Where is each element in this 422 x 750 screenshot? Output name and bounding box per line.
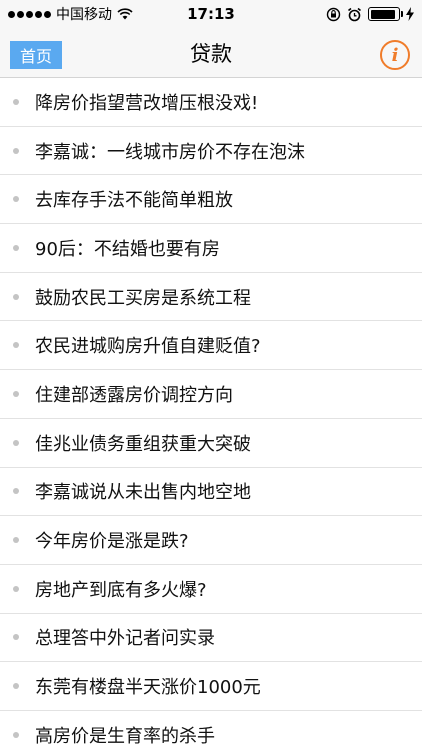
bullet-icon (13, 293, 19, 300)
news-title: 住建部透露房价调控方向 (35, 384, 233, 406)
carrier-name: 中国移动 (56, 7, 112, 23)
news-title: 高房价是生育率的杀手 (35, 725, 215, 747)
news-title: 去库存手法不能简单粗放 (35, 190, 233, 212)
signal-strength-icon (8, 10, 51, 18)
news-item[interactable]: 90后：不结婚也要有房 (0, 224, 422, 273)
news-list: 降房价指望营改增压根没戏! 李嘉诚：一线城市房价不存在泡沫 去库存手法不能简单粗… (0, 78, 422, 750)
navigation-bar: 首页 贷款 i (0, 28, 422, 78)
news-title: 90后：不结婚也要有房 (35, 238, 220, 260)
news-title: 房地产到底有多火爆? (35, 579, 207, 601)
bullet-icon (13, 683, 19, 690)
info-button[interactable]: i (380, 40, 410, 70)
battery-icon (368, 7, 403, 21)
status-right (326, 7, 414, 22)
news-title: 佳兆业债务重组获重大突破 (35, 433, 251, 455)
rotation-lock-icon (326, 7, 341, 21)
news-item[interactable]: 李嘉诚：一线城市房价不存在泡沫 (0, 127, 422, 176)
home-button[interactable]: 首页 (10, 41, 62, 69)
news-item[interactable]: 住建部透露房价调控方向 (0, 370, 422, 419)
news-item[interactable]: 降房价指望营改增压根没戏! (0, 78, 422, 127)
info-icon: i (391, 44, 399, 66)
charging-bolt-icon (406, 7, 414, 21)
news-item[interactable]: 农民进城购房升值自建贬值? (0, 321, 422, 371)
status-left: 中国移动 (8, 4, 133, 24)
news-title: 东莞有楼盘半天涨价1000元 (35, 677, 261, 699)
bullet-icon (13, 439, 19, 446)
news-item[interactable]: 高房价是生育率的杀手 (0, 711, 422, 750)
news-item[interactable]: 佳兆业债务重组获重大突破 (0, 419, 422, 468)
news-title: 今年房价是涨是跌? (35, 531, 189, 553)
news-item[interactable]: 去库存手法不能简单粗放 (0, 175, 422, 225)
news-item[interactable]: 东莞有楼盘半天涨价1000元 (0, 662, 422, 711)
news-title: 鼓励农民工买房是系统工程 (35, 287, 251, 309)
bullet-icon (13, 98, 19, 105)
news-title: 李嘉诚说从未出售内地空地 (35, 482, 251, 504)
news-item[interactable]: 今年房价是涨是跌? (0, 516, 422, 565)
alarm-clock-icon (348, 7, 361, 21)
news-item[interactable]: 李嘉诚说从未出售内地空地 (0, 468, 422, 517)
battery-fill (370, 9, 395, 19)
bullet-icon (13, 537, 19, 544)
bullet-icon (13, 585, 19, 592)
bullet-icon (13, 488, 19, 495)
bullet-icon (13, 196, 19, 203)
bullet-icon (13, 147, 19, 154)
bullet-icon (13, 390, 19, 397)
bullet-icon (13, 731, 19, 738)
news-item[interactable]: 鼓励农民工买房是系统工程 (0, 273, 422, 322)
bullet-icon (13, 634, 19, 641)
bullet-icon (13, 342, 19, 349)
page-title: 贷款 (190, 41, 232, 66)
wifi-icon (117, 8, 133, 20)
news-item[interactable]: 总理答中外记者问实录 (0, 614, 422, 663)
news-title: 李嘉诚：一线城市房价不存在泡沫 (35, 141, 305, 163)
news-title: 降房价指望营改增压根没戏! (35, 92, 259, 114)
status-bar: 中国移动 17:13 (0, 0, 422, 28)
news-title: 总理答中外记者问实录 (35, 628, 215, 650)
news-item[interactable]: 房地产到底有多火爆? (0, 565, 422, 614)
news-title: 农民进城购房升值自建贬值? (35, 336, 261, 358)
bullet-icon (13, 244, 19, 251)
